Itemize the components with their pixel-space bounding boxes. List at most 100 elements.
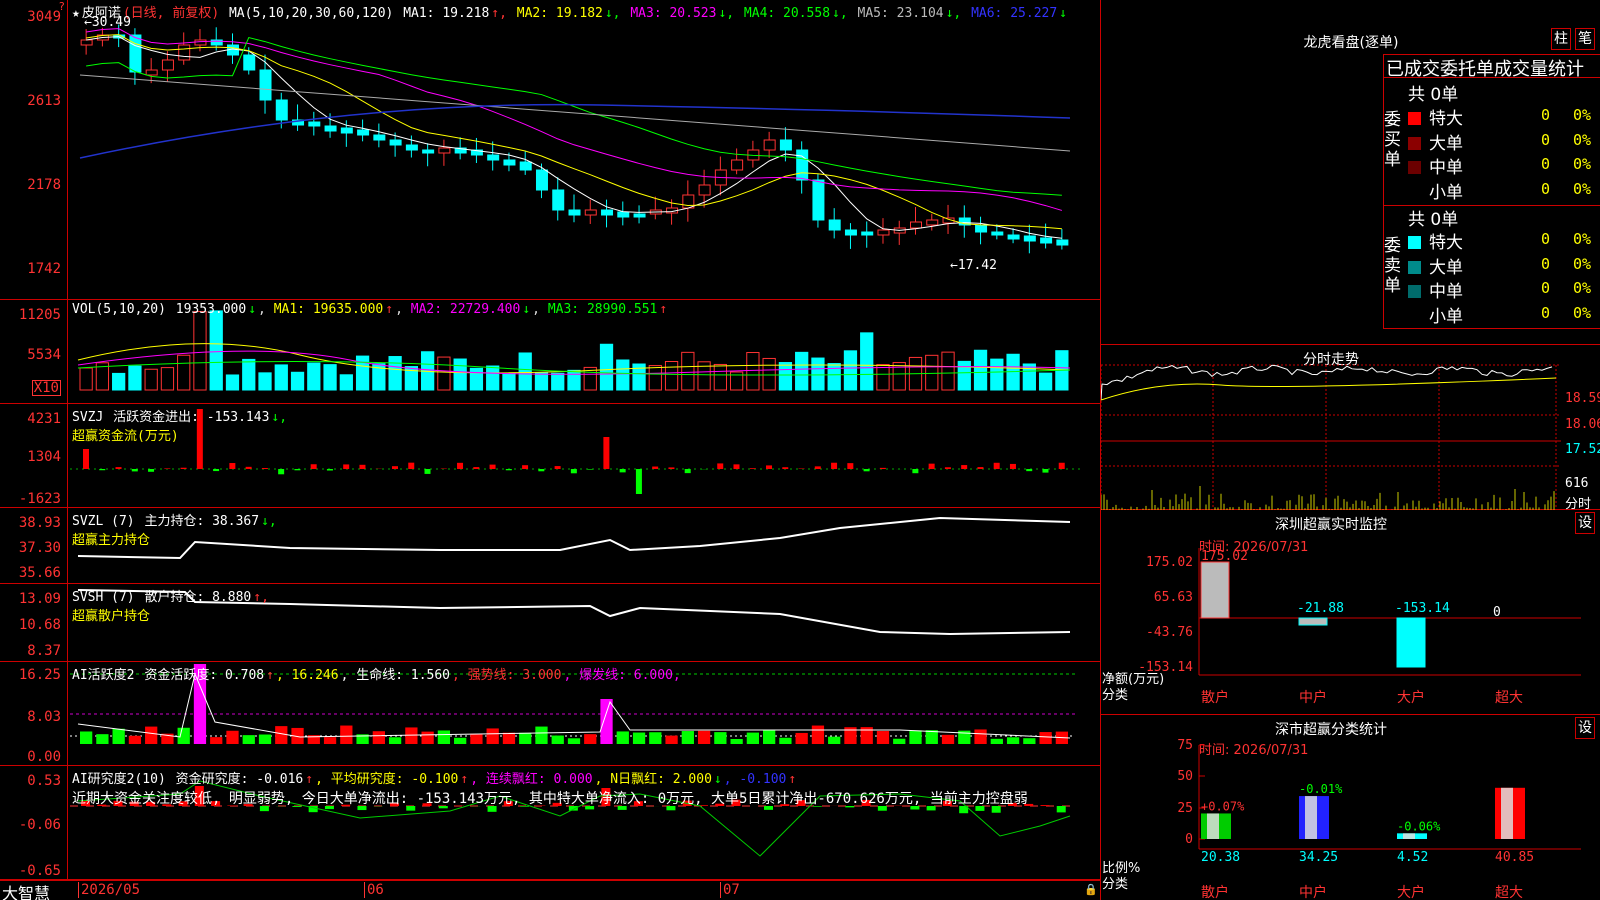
activity-bar bbox=[177, 727, 190, 744]
activity-bar bbox=[502, 732, 516, 744]
flow-bar bbox=[213, 469, 220, 472]
volume-bar bbox=[339, 374, 353, 391]
analysis-text: 近期大资金关注度较低, 明显弱势, 今日大单净流出: -153.143万元, 其… bbox=[72, 791, 1028, 807]
activity-bar bbox=[649, 732, 662, 744]
order-pct: 0% bbox=[1573, 230, 1592, 248]
candle-body bbox=[926, 219, 939, 226]
candle-body bbox=[357, 129, 370, 136]
volume-bar bbox=[307, 362, 321, 391]
ma-arrow: ↑, bbox=[491, 6, 515, 21]
volume-bar bbox=[811, 357, 825, 391]
candle-body bbox=[405, 144, 418, 151]
volume-bar bbox=[112, 372, 126, 391]
bar-value: 20.38 bbox=[1201, 850, 1240, 865]
candle-body bbox=[373, 134, 386, 141]
lock-icon[interactable]: 🔒 bbox=[1084, 883, 1098, 896]
ai-research-header: AI研究度2(10) 资金研究度: -0.016 ↑, 平均研究度: -0.100… bbox=[72, 772, 797, 787]
activity-bar bbox=[388, 737, 402, 744]
volume-bar bbox=[1022, 363, 1036, 391]
intraday-panel[interactable]: 分时走势 18.59 18.06 17.52 616 分时 bbox=[1101, 345, 1600, 512]
volume-bar bbox=[713, 363, 727, 391]
ma-arrow: ↓, bbox=[718, 6, 742, 21]
candle-body bbox=[617, 211, 630, 218]
flow-bar bbox=[278, 469, 285, 475]
activity-bar bbox=[372, 731, 385, 744]
bar-mode-button[interactable]: 柱 bbox=[1551, 28, 1571, 50]
svzj-pane[interactable]: 4231 1304 -1623 SVZJ 活跃资金进出: -153.143 ↓, 超… bbox=[0, 404, 1100, 508]
ai-activity-header: AI活跃度2 资金活跃度: 0.708 ↑, 16.246, 生命线: 1.560… bbox=[72, 668, 681, 683]
volume-header: VOL(5,10,20) 19353.000 ↓, MA1: 19635.000 ↑… bbox=[72, 302, 668, 317]
ma-value: MA4: 20.558 bbox=[743, 6, 831, 21]
volume-bar bbox=[486, 365, 500, 391]
ma-value: MA2: 19.182 bbox=[516, 6, 603, 21]
candle-body bbox=[910, 221, 923, 229]
svsh-header: SVSH (7) 散户持仓: 8.880 ↑, 超赢散户持仓 bbox=[72, 590, 269, 624]
order-count: 0 bbox=[1541, 106, 1551, 124]
period-label[interactable]: (日线, 前复权) bbox=[123, 6, 219, 21]
volume-bar bbox=[177, 354, 191, 391]
volume-bar bbox=[518, 352, 532, 391]
flow-bar bbox=[457, 462, 464, 469]
ytick: 65.63 bbox=[1154, 590, 1193, 605]
x-label: 2026/05 bbox=[78, 882, 140, 898]
candle-body bbox=[438, 147, 451, 154]
intraday-chart bbox=[1101, 364, 1561, 510]
kline-pane[interactable]: 3049 2613 2178 1742 ? ★ 皮阿诺 (日线, 前复权) MA(5… bbox=[0, 0, 1100, 300]
avg-price-line bbox=[1101, 377, 1557, 401]
candle-body bbox=[519, 161, 532, 171]
star-icon[interactable]: ★ bbox=[72, 6, 80, 21]
volume-bar bbox=[599, 343, 614, 391]
flow-bar bbox=[99, 469, 106, 471]
volume-bar bbox=[502, 372, 516, 391]
candle-body bbox=[487, 154, 500, 161]
volume-bar bbox=[290, 371, 305, 391]
tick-mode-button[interactable]: 笔 bbox=[1575, 28, 1595, 50]
flow-bar bbox=[424, 469, 431, 474]
buy-label: 委买单 bbox=[1384, 110, 1401, 170]
monitor-bar bbox=[1298, 617, 1328, 626]
activity-bar bbox=[779, 737, 792, 744]
ai-activity-pane[interactable]: 16.25 8.03 0.00 AI活跃度2 资金活跃度: 0.708 ↑, 16… bbox=[0, 662, 1100, 766]
order-count: 0 bbox=[1541, 179, 1551, 198]
color-swatch bbox=[1408, 112, 1421, 125]
right-panel: 龙虎看盘(逐单) 柱 笔 已成交委托单成交量统计 委买单 委卖单 共 0单 共 … bbox=[1100, 0, 1600, 900]
volume-bar bbox=[242, 358, 256, 391]
candle-body bbox=[259, 69, 272, 101]
volume-pane[interactable]: 11205 5534 X10 VOL(5,10,20) 19353.000 ↓, … bbox=[0, 300, 1100, 404]
flow-bar bbox=[1042, 469, 1049, 473]
sell-label: 委卖单 bbox=[1384, 236, 1401, 296]
flow-bar bbox=[961, 465, 968, 469]
order-size-label: 小单 bbox=[1429, 306, 1463, 327]
volume-bar bbox=[453, 358, 467, 391]
order-pct: 0% bbox=[1573, 106, 1592, 124]
svzl-pane[interactable]: 38.93 37.30 35.66 SVZL (7) 主力持仓: 38.367 ↓… bbox=[0, 508, 1100, 584]
activity-bar bbox=[714, 732, 727, 744]
volume-bar bbox=[567, 369, 581, 391]
flow-bar bbox=[977, 467, 984, 469]
volume-bar bbox=[664, 361, 679, 391]
volume-bar bbox=[469, 367, 484, 391]
activity-bar bbox=[421, 731, 434, 744]
flow-bar bbox=[847, 463, 854, 469]
volume-bar bbox=[388, 356, 402, 391]
color-swatch bbox=[1408, 161, 1421, 174]
activity-bar bbox=[925, 730, 938, 744]
candle-body bbox=[568, 209, 581, 216]
order-row: 大单 bbox=[1408, 253, 1463, 278]
svsh-pane[interactable]: 13.09 10.68 8.37 SVSH (7) 散户持仓: 8.880 ↑, 超… bbox=[0, 584, 1100, 662]
candle-body bbox=[161, 59, 174, 71]
volume-bar bbox=[225, 374, 240, 391]
activity-bar bbox=[128, 735, 142, 744]
activity-bar bbox=[323, 737, 337, 744]
flow-bar bbox=[261, 468, 268, 469]
order-row: 特大 bbox=[1408, 104, 1463, 129]
flow-bar bbox=[603, 437, 610, 469]
ma-arrow: ↓, bbox=[604, 6, 629, 21]
order-size-label: 特大 bbox=[1429, 109, 1463, 129]
flow-bar bbox=[619, 469, 626, 473]
flow-bar bbox=[733, 464, 740, 469]
bar-highlight bbox=[1501, 787, 1513, 839]
ai-research-pane[interactable]: 0.53 -0.06 -0.65 AI研究度2(10) 资金研究度: -0.01… bbox=[0, 766, 1100, 880]
flow-bar bbox=[310, 464, 317, 469]
candle-body bbox=[731, 159, 744, 171]
